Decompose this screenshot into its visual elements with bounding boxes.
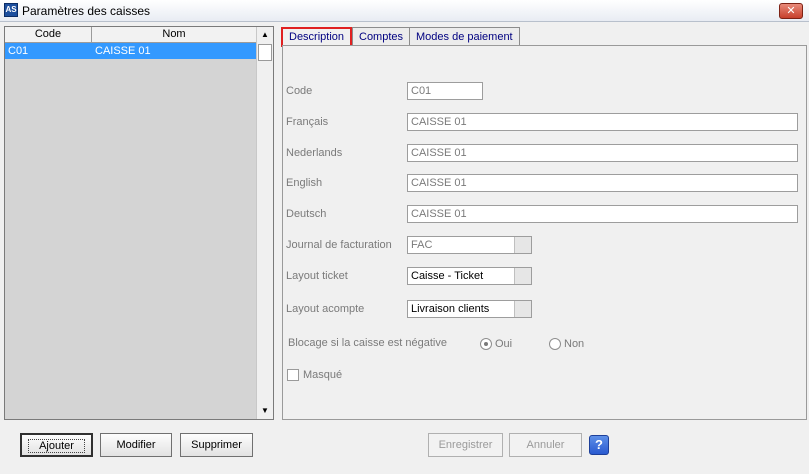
window-title: Paramètres des caisses [22, 4, 151, 18]
journal-label: Journal de facturation [286, 239, 392, 251]
tab-modes-de-paiement[interactable]: Modes de paiement [409, 27, 520, 46]
layout-ticket-select[interactable]: Caisse - Ticket [407, 267, 532, 285]
dropdown-icon[interactable] [514, 301, 531, 317]
dropdown-icon[interactable] [514, 237, 531, 253]
code-field[interactable]: C01 [407, 82, 483, 100]
code-label: Code [286, 85, 313, 97]
supprimer-button[interactable]: Supprimer [180, 433, 253, 457]
francais-label: Français [286, 116, 329, 128]
table-row[interactable]: C01 CAISSE 01 [5, 43, 256, 59]
layout-acompte-select[interactable]: Livraison clients [407, 300, 532, 318]
app-icon: AS [4, 3, 18, 17]
nederlands-label: Nederlands [286, 147, 343, 159]
deutsch-field[interactable]: CAISSE 01 [407, 205, 798, 223]
cell-nom: CAISSE 01 [95, 45, 151, 57]
radio-oui[interactable] [480, 338, 492, 350]
francais-field[interactable]: CAISSE 01 [407, 113, 798, 131]
column-header-nom[interactable]: Nom [92, 27, 256, 42]
layout-acompte-label: Layout acompte [286, 303, 365, 315]
layout-ticket-label: Layout ticket [286, 270, 348, 282]
dropdown-icon[interactable] [514, 268, 531, 284]
masque-label: Masqué [303, 369, 343, 381]
english-label: English [286, 177, 323, 189]
layout-acompte-value: Livraison clients [411, 303, 490, 315]
cell-code: C01 [8, 45, 29, 57]
enregistrer-button[interactable]: Enregistrer [428, 433, 503, 457]
radio-oui-label: Oui [495, 338, 513, 350]
deutsch-label: Deutsch [286, 208, 327, 220]
scroll-thumb[interactable] [258, 44, 272, 61]
list-body: Code Nom C01 CAISSE 01 [5, 27, 256, 419]
caisses-list[interactable]: Code Nom C01 CAISSE 01 ▲ ▼ [4, 26, 274, 420]
journal-value: FAC [411, 239, 433, 251]
column-header-code[interactable]: Code [5, 27, 92, 42]
ajouter-label: Ajouter [28, 439, 85, 453]
layout-ticket-value: Caisse - Ticket [411, 270, 484, 282]
radio-non[interactable] [549, 338, 561, 350]
list-scrollbar[interactable]: ▲ ▼ [256, 27, 273, 419]
journal-select[interactable]: FAC [407, 236, 532, 254]
english-field[interactable]: CAISSE 01 [407, 174, 798, 192]
title-bar: AS Paramètres des caisses ✕ [0, 0, 809, 22]
blocage-label: Blocage si la caisse est négative [288, 337, 447, 349]
list-header: Code Nom [5, 27, 256, 43]
nederlands-field[interactable]: CAISSE 01 [407, 144, 798, 162]
annuler-button[interactable]: Annuler [509, 433, 582, 457]
help-icon[interactable]: ? [589, 435, 609, 455]
close-icon: ✕ [786, 5, 796, 17]
masque-checkbox[interactable] [287, 369, 299, 381]
close-button[interactable]: ✕ [779, 3, 803, 19]
tab-description[interactable]: Description [281, 27, 353, 47]
modifier-button[interactable]: Modifier [100, 433, 172, 457]
radio-non-label: Non [564, 338, 585, 350]
description-panel [282, 45, 807, 420]
scroll-down-icon[interactable]: ▼ [257, 403, 273, 419]
scroll-up-icon[interactable]: ▲ [257, 27, 273, 43]
tab-comptes[interactable]: Comptes [352, 27, 411, 46]
ajouter-button[interactable]: Ajouter [20, 433, 93, 457]
